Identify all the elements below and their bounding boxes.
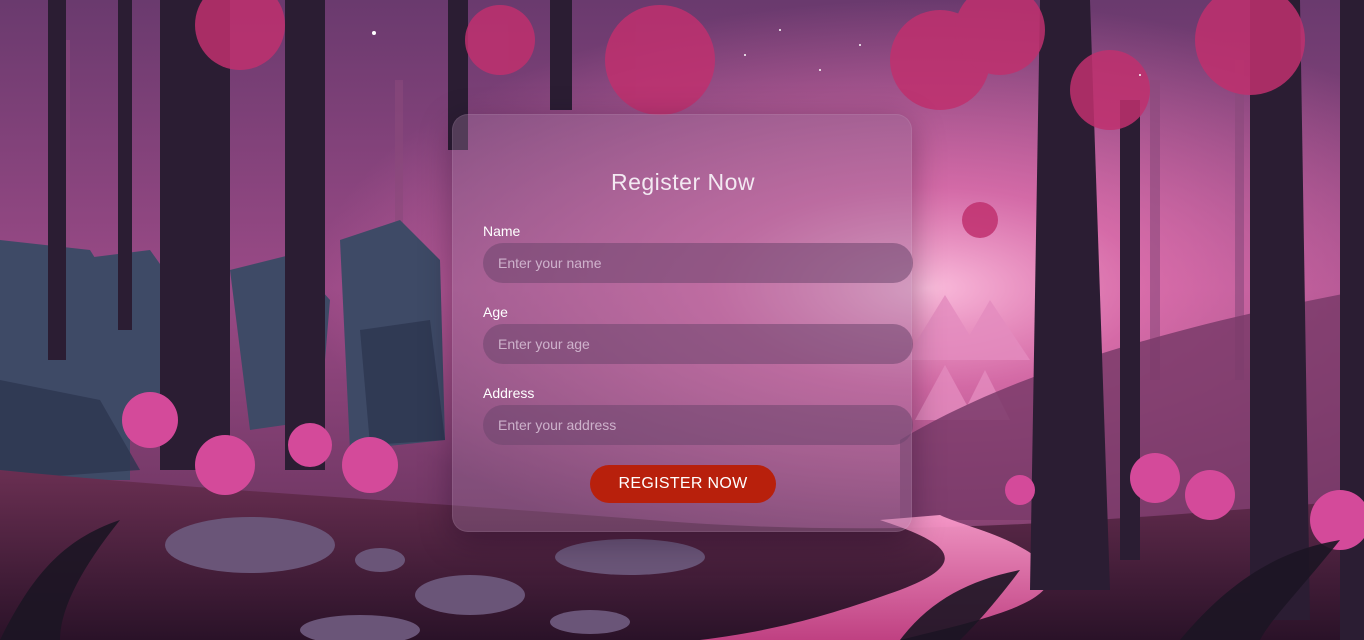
address-input[interactable] [483, 405, 913, 445]
age-label: Age [483, 304, 508, 320]
form-title: Register Now [610, 169, 756, 195]
register-form-card: Register Now Name Age Address REGISTER N… [452, 114, 913, 532]
register-button[interactable]: REGISTER NOW [590, 465, 776, 503]
name-label: Name [483, 223, 521, 239]
name-input[interactable] [483, 243, 913, 283]
age-input[interactable] [483, 324, 913, 364]
address-label: Address [483, 385, 535, 401]
